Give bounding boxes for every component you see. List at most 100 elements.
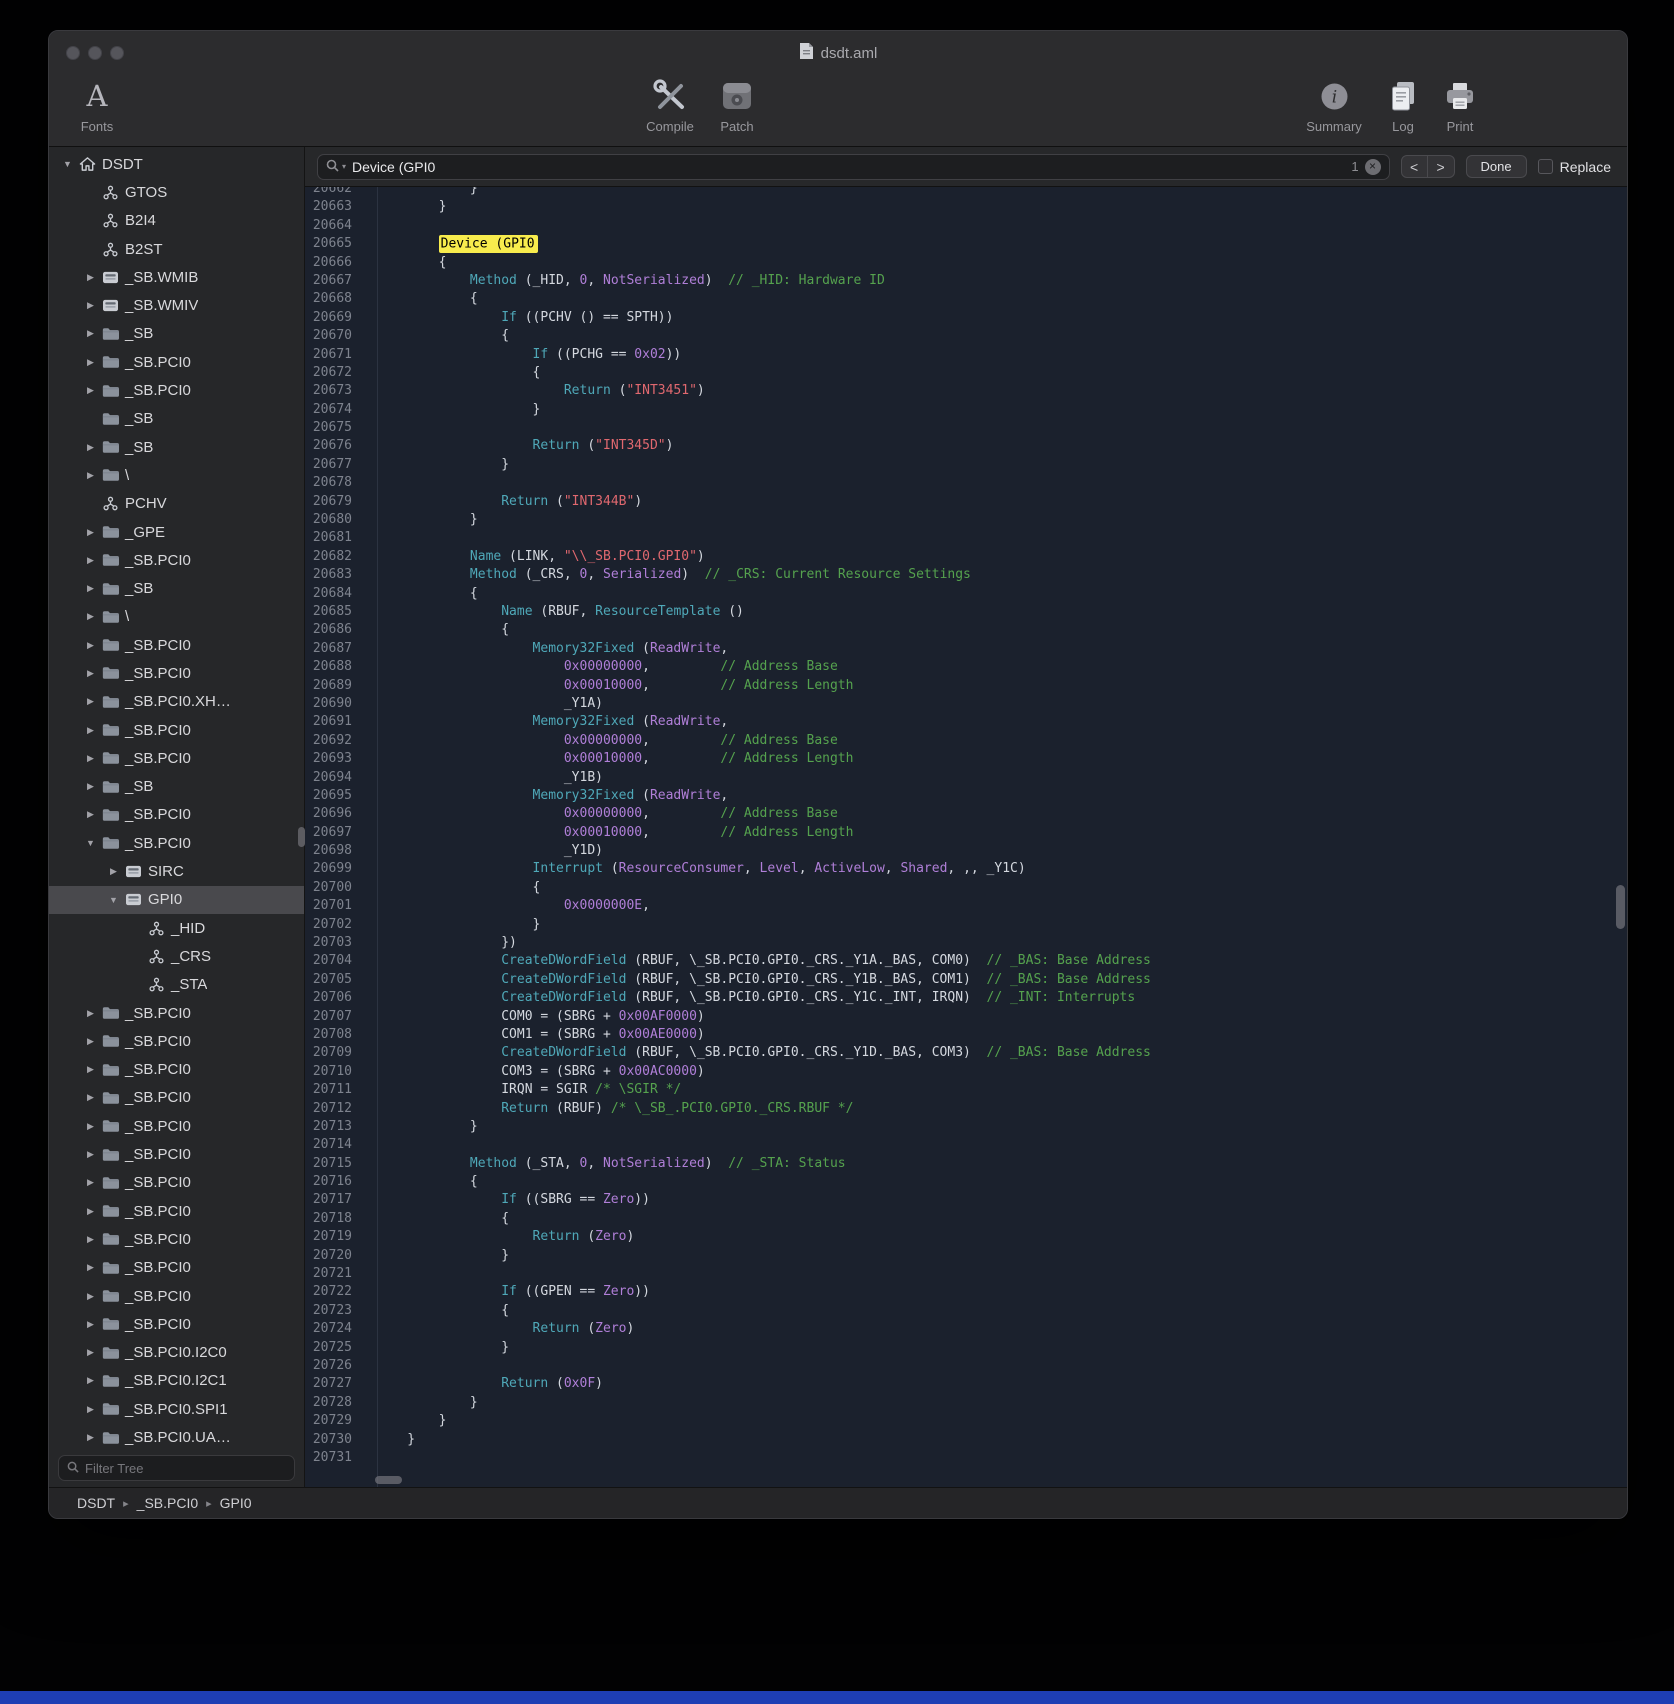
disclosure-right-icon[interactable]: ▶	[82, 668, 99, 679]
disclosure-right-icon[interactable]: ▶	[82, 583, 99, 594]
tree-item-_sb-wmib[interactable]: ▶_SB.WMIB	[49, 263, 304, 291]
disclosure-right-icon[interactable]: ▶	[82, 1291, 99, 1302]
vertical-scrollbar[interactable]	[1616, 885, 1625, 929]
disclosure-right-icon[interactable]: ▶	[82, 696, 99, 707]
tree-item-_sb-pci0[interactable]: ▶_SB.PCI0	[49, 1225, 304, 1253]
disclosure-right-icon[interactable]: ▶	[82, 753, 99, 764]
tree-item-_sb-pci0[interactable]: ▶_SB.PCI0	[49, 348, 304, 376]
disclosure-right-icon[interactable]: ▶	[82, 1177, 99, 1188]
tree-item-_sb-pci0-ua[interactable]: ▶_SB.PCI0.UA…	[49, 1423, 304, 1449]
tree-item-_sb-pci0[interactable]: ▶_SB.PCI0	[49, 1056, 304, 1084]
tree-item-_sb-pci0[interactable]: ▶_SB.PCI0	[49, 1140, 304, 1168]
next-match-button[interactable]: >	[1428, 155, 1455, 178]
tree-item-_sb[interactable]: ▶_SB	[49, 320, 304, 348]
disclosure-right-icon[interactable]: ▶	[105, 866, 122, 877]
breadcrumb-item-gpi0[interactable]: GPI0	[220, 1495, 252, 1511]
disclosure-right-icon[interactable]: ▶	[82, 1036, 99, 1047]
tree-item-pchv[interactable]: PCHV	[49, 490, 304, 518]
tree-item-gtos[interactable]: GTOS	[49, 178, 304, 206]
code-editor[interactable]: 20662 }20663 }2066420665 Device (GPI0206…	[305, 187, 1627, 1487]
disclosure-right-icon[interactable]: ▶	[82, 555, 99, 566]
tree-item-_sb-pci0[interactable]: ▶_SB.PCI0	[49, 546, 304, 574]
disclosure-right-icon[interactable]: ▶	[82, 1347, 99, 1358]
replace-checkbox[interactable]	[1538, 159, 1553, 174]
tree-item-root[interactable]: ▶\	[49, 603, 304, 631]
tree-item-_sb-pci0[interactable]: ▶_SB.PCI0	[49, 1310, 304, 1338]
filter-tree-input[interactable]: Filter Tree	[58, 1455, 295, 1481]
tree-item-_sb-pci0-spi1[interactable]: ▶_SB.PCI0.SPI1	[49, 1395, 304, 1423]
tree-item-_sta[interactable]: _STA	[49, 971, 304, 999]
disclosure-right-icon[interactable]: ▶	[82, 328, 99, 339]
tree-item-root[interactable]: ▶\	[49, 461, 304, 489]
tree-item-_sb-pci0-i2c1[interactable]: ▶_SB.PCI0.I2C1	[49, 1367, 304, 1395]
tree-item-_sb-pci0-xh[interactable]: ▶_SB.PCI0.XH…	[49, 688, 304, 716]
patch-button[interactable]: Patch	[689, 75, 785, 134]
disclosure-down-icon[interactable]: ▼	[82, 838, 99, 848]
tree-item-_sb-pci0[interactable]: ▶_SB.PCI0	[49, 1282, 304, 1310]
print-button[interactable]: Print	[1412, 75, 1508, 134]
disclosure-right-icon[interactable]: ▶	[82, 1064, 99, 1075]
tree-item-_sb-wmiv[interactable]: ▶_SB.WMIV	[49, 291, 304, 319]
breadcrumb-item-_sb-pci0[interactable]: _SB.PCI0	[137, 1495, 198, 1511]
tree-item-_sb-pci0-i2c0[interactable]: ▶_SB.PCI0.I2C0	[49, 1338, 304, 1366]
disclosure-right-icon[interactable]: ▶	[82, 357, 99, 368]
fonts-button[interactable]: A Fonts	[49, 75, 145, 134]
horizontal-scrollbar[interactable]	[375, 1476, 402, 1484]
disclosure-right-icon[interactable]: ▶	[82, 300, 99, 311]
disclosure-right-icon[interactable]: ▶	[82, 611, 99, 622]
tree-item-_crs[interactable]: _CRS	[49, 942, 304, 970]
disclosure-right-icon[interactable]: ▶	[82, 527, 99, 538]
disclosure-right-icon[interactable]: ▶	[82, 640, 99, 651]
tree-item-_sb-pci0[interactable]: ▶_SB.PCI0	[49, 1197, 304, 1225]
tree-item-_sb-pci0[interactable]: ▶_SB.PCI0	[49, 801, 304, 829]
disclosure-right-icon[interactable]: ▶	[82, 1432, 99, 1443]
disclosure-down-icon[interactable]: ▼	[59, 159, 76, 169]
tree-item-sirc[interactable]: ▶SIRC	[49, 857, 304, 885]
tree-item-_sb[interactable]: ▶_SB	[49, 433, 304, 461]
tree-item-_sb-pci0[interactable]: ▶_SB.PCI0	[49, 1254, 304, 1282]
disclosure-right-icon[interactable]: ▶	[82, 1092, 99, 1103]
tree-item-_sb-pci0[interactable]: ▶_SB.PCI0	[49, 1112, 304, 1140]
disclosure-right-icon[interactable]: ▶	[82, 1008, 99, 1019]
tree-item-_sb-pci0[interactable]: ▶_SB.PCI0	[49, 999, 304, 1027]
tree-item-dsdt[interactable]: ▼DSDT	[49, 150, 304, 178]
splitter-handle[interactable]	[298, 827, 305, 847]
disclosure-right-icon[interactable]: ▶	[82, 442, 99, 453]
disclosure-right-icon[interactable]: ▶	[82, 385, 99, 396]
disclosure-right-icon[interactable]: ▶	[82, 1234, 99, 1245]
tree-item-_sb[interactable]: ▶_SB	[49, 574, 304, 602]
tree-item-_sb[interactable]: ▶_SB	[49, 773, 304, 801]
disclosure-right-icon[interactable]: ▶	[82, 1375, 99, 1386]
tree-item-_gpe[interactable]: ▶_GPE	[49, 518, 304, 546]
tree-item-_sb-pci0[interactable]: ▶_SB.PCI0	[49, 716, 304, 744]
disclosure-right-icon[interactable]: ▶	[82, 781, 99, 792]
tree-item-_sb-pci0[interactable]: ▶_SB.PCI0	[49, 376, 304, 404]
tree-item-b2st[interactable]: B2ST	[49, 235, 304, 263]
tree-item-_sb-pci0[interactable]: ▶_SB.PCI0	[49, 659, 304, 687]
tree-item-_sb-pci0[interactable]: ▶_SB.PCI0	[49, 744, 304, 772]
tree-item-gpi0[interactable]: ▼GPI0	[49, 886, 304, 914]
disclosure-right-icon[interactable]: ▶	[82, 1262, 99, 1273]
clear-search-icon[interactable]: ×	[1365, 159, 1381, 175]
disclosure-right-icon[interactable]: ▶	[82, 1121, 99, 1132]
disclosure-right-icon[interactable]: ▶	[82, 470, 99, 481]
disclosure-right-icon[interactable]: ▶	[82, 1206, 99, 1217]
disclosure-right-icon[interactable]: ▶	[82, 1319, 99, 1330]
disclosure-right-icon[interactable]: ▶	[82, 1149, 99, 1160]
tree-item-_sb-pci0[interactable]: ▶_SB.PCI0	[49, 1027, 304, 1055]
disclosure-right-icon[interactable]: ▶	[82, 725, 99, 736]
done-button[interactable]: Done	[1466, 155, 1527, 178]
tree-item-_sb[interactable]: _SB	[49, 405, 304, 433]
search-scope-chevron-icon[interactable]: ▾	[342, 162, 346, 171]
tree-item-_sb-pci0[interactable]: ▶_SB.PCI0	[49, 1169, 304, 1197]
disclosure-right-icon[interactable]: ▶	[82, 272, 99, 283]
tree-item-_sb-pci0[interactable]: ▼_SB.PCI0	[49, 829, 304, 857]
tree-item-b2i4[interactable]: B2I4	[49, 207, 304, 235]
breadcrumb-item-dsdt[interactable]: DSDT	[77, 1495, 115, 1511]
search-input[interactable]: ▾ Device (GPI0 1 ×	[317, 154, 1390, 180]
tree-item-_sb-pci0[interactable]: ▶_SB.PCI0	[49, 631, 304, 659]
disclosure-down-icon[interactable]: ▼	[105, 895, 122, 905]
disclosure-right-icon[interactable]: ▶	[82, 809, 99, 820]
previous-match-button[interactable]: <	[1401, 155, 1428, 178]
disclosure-right-icon[interactable]: ▶	[82, 1404, 99, 1415]
